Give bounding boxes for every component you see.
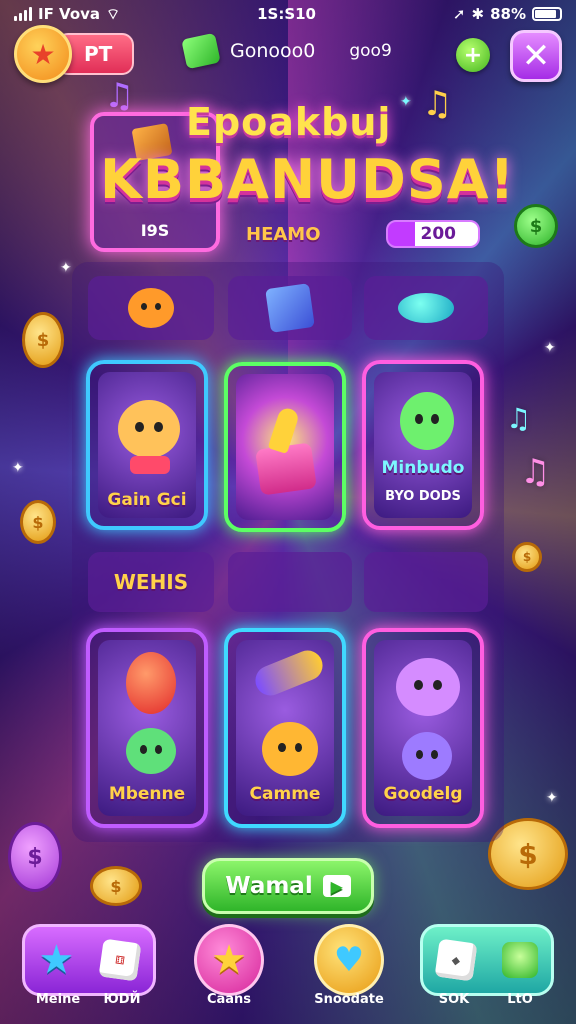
- sparkle-icon: ✦: [12, 460, 24, 476]
- wifi-icon: ⌔: [106, 4, 121, 23]
- nav-dice-icon[interactable]: ⚅: [98, 938, 142, 982]
- heart-icon: [500, 614, 534, 644]
- play-button-label: Wamal: [225, 873, 313, 899]
- score-badge: 200: [386, 220, 480, 248]
- sun-character-icon: [262, 722, 318, 776]
- middle-label: WEHIS: [113, 570, 189, 594]
- arrow-right-icon: ▶: [322, 875, 351, 897]
- top-bar: ★ PT Gonooo0 goo9 + ✕: [14, 25, 562, 83]
- slot-top-left[interactable]: [88, 276, 214, 340]
- card-caption: Gain Gci: [107, 490, 187, 510]
- nav-trophy-icon[interactable]: [501, 942, 538, 978]
- gem-icon: [181, 32, 221, 70]
- slot-top-right[interactable]: [364, 276, 488, 340]
- nav-button-games[interactable]: ★: [194, 924, 264, 996]
- play-button[interactable]: Wamal ▶: [202, 858, 374, 914]
- heart-icon: [20, 730, 54, 760]
- battery-icon: [531, 7, 562, 21]
- nav-box-icon[interactable]: ◆: [434, 938, 477, 982]
- red-heart-icon: [409, 567, 443, 597]
- sparkle-icon: ✦: [546, 790, 558, 806]
- monster-character-icon: [396, 658, 460, 716]
- slot-middle-center[interactable]: [228, 552, 352, 612]
- card-caption: Minbudo: [381, 458, 465, 478]
- disc-icon: [398, 293, 454, 323]
- level-card-1[interactable]: Gain Gci: [86, 360, 208, 530]
- add-currency-button[interactable]: +: [456, 38, 490, 72]
- nav-star-icon[interactable]: ★: [39, 940, 75, 980]
- level-card-5[interactable]: Camme: [224, 628, 346, 828]
- nav-group-right: ◆: [420, 924, 554, 996]
- clock: 1S:S10: [257, 5, 316, 23]
- nav-group-left: ★ ⚅: [22, 924, 156, 996]
- close-button[interactable]: ✕: [510, 30, 562, 82]
- game-subtitle: Epoakbuj: [186, 100, 392, 144]
- nav-button-heart[interactable]: ♥: [314, 924, 384, 996]
- currency-display: Gonooo0 goo9: [181, 32, 392, 70]
- frog-character-icon: [126, 728, 176, 774]
- flower-icon: [128, 288, 174, 328]
- status-bar: IF Vova ⌔ 1S:S10 ➚ ✱ 88%: [0, 0, 576, 28]
- nav-label[interactable]: ЮDЙ: [92, 992, 152, 1007]
- coin-icon: $: [8, 822, 62, 892]
- blue-heart-icon: [273, 567, 307, 597]
- sparkle-icon: ✦: [60, 260, 72, 276]
- sparkle-icon: ✦: [400, 94, 412, 110]
- title-frame-label: I9S: [140, 221, 170, 240]
- currency-secondary: goo9: [349, 41, 392, 61]
- nav-label[interactable]: Meine: [28, 992, 88, 1007]
- slot-top-center[interactable]: [228, 276, 352, 340]
- music-note-icon: ♫: [104, 76, 135, 116]
- level-card-3[interactable]: Minbudo BYO DODS: [362, 360, 484, 530]
- game-title: KBBANUDSA!: [100, 148, 516, 211]
- ghost-character-icon: [402, 732, 452, 780]
- card-caption: Mbenne: [108, 784, 186, 804]
- star-icon: ★: [211, 937, 247, 983]
- currency-value: Gonooo0: [230, 40, 316, 62]
- coin-icon: $: [22, 312, 64, 368]
- slot-middle-right[interactable]: [364, 552, 488, 612]
- location-icon: ➚: [452, 5, 466, 23]
- star-avatar-icon[interactable]: ★: [14, 25, 72, 83]
- card-caption: Goodelg: [383, 784, 463, 804]
- cat-character-icon: [118, 400, 180, 458]
- heart-icon: ♥: [333, 940, 365, 980]
- signal-icon: [14, 7, 32, 21]
- nav-label[interactable]: Snoodate: [306, 992, 392, 1007]
- level-card-6[interactable]: Goodelg: [362, 628, 484, 828]
- bluetooth-icon: ✱: [471, 5, 485, 23]
- music-note-icon: ♫: [520, 452, 551, 492]
- slot-middle-left[interactable]: WEHIS: [88, 552, 214, 612]
- card-caption: Camme: [249, 784, 321, 804]
- level-card-2[interactable]: [224, 362, 346, 532]
- bow-icon: [130, 456, 170, 474]
- battery-percent: 88%: [490, 5, 526, 23]
- cube-icon: [265, 283, 315, 333]
- nav-label[interactable]: SOK: [426, 992, 482, 1007]
- card-subcaption: BYO DODS: [385, 489, 461, 504]
- coin-icon: $: [20, 500, 56, 544]
- sparkle-icon: ✦: [544, 340, 556, 356]
- dragon-character-icon: [400, 392, 454, 450]
- coin-icon: $: [512, 542, 542, 572]
- balloon-icon: [126, 652, 176, 714]
- coin-icon: $: [90, 866, 142, 906]
- level-card-4[interactable]: Mbenne: [86, 628, 208, 828]
- nav-label[interactable]: LtO: [492, 992, 548, 1007]
- hero-label: HEAMO: [246, 224, 321, 245]
- player-profile[interactable]: ★ PT: [14, 25, 135, 83]
- carrier-label: IF Vova: [38, 5, 101, 23]
- coin-icon: $: [514, 204, 558, 248]
- nav-label[interactable]: Caans: [190, 992, 268, 1007]
- music-note-icon: ♫: [422, 84, 453, 124]
- music-note-icon: ♫: [506, 402, 532, 435]
- heart-icon: [520, 686, 554, 716]
